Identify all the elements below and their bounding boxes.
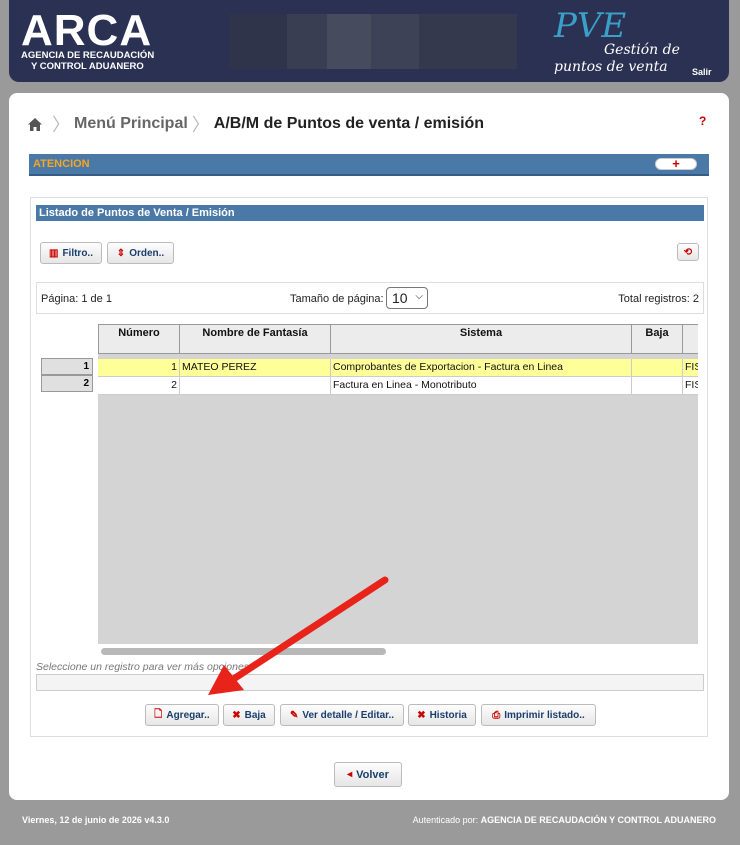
page-size-value: 10 (392, 290, 408, 306)
back-button[interactable]: ◂ Volver (334, 762, 402, 787)
table-row[interactable]: 1 MATEO PEREZ Comprobantes de Exportacio… (98, 359, 698, 377)
filter-button-label: Filtro.. (62, 247, 93, 259)
new-document-icon: 🗋 (154, 708, 163, 720)
sort-icon: ⇕ (116, 247, 126, 259)
footer-date-version: Viernes, 12 de junio de 2026 v4.3.0 (22, 815, 170, 825)
options-area (36, 674, 704, 691)
column-header-nombre[interactable]: Nombre de Fantasía (180, 324, 331, 354)
attention-expand-button[interactable]: + (655, 156, 697, 171)
scrollbar-thumb[interactable] (101, 648, 386, 655)
total-records: Total registros: 2 (618, 293, 699, 305)
cell-sistema: Comprobantes de Exportacion - Factura en… (331, 359, 632, 377)
logout-link[interactable]: Salir (692, 67, 712, 77)
brand-subtitle-line2: Y CONTROL ADUANERO (31, 61, 144, 72)
chevron-down-icon: ⌵ (415, 291, 423, 302)
print-button[interactable]: ⎙ Imprimir listado.. (481, 704, 596, 726)
back-button-label: Volver (356, 768, 389, 781)
cell-nombre (180, 377, 331, 395)
refresh-button[interactable]: ⟲ (677, 243, 699, 261)
delete-button[interactable]: ✖ Baja (223, 704, 275, 726)
records-table: Número Nombre de Fantasía Sistema Baja 1… (98, 324, 698, 644)
history-button-label: Historia (429, 709, 467, 721)
app-logo: PVE (554, 6, 627, 46)
attention-bar: ATENCION + (29, 154, 709, 176)
order-button[interactable]: ⇕ Orden.. (107, 242, 174, 264)
app-subtitle: Gestión de puntos de venta (554, 42, 680, 76)
selection-hint: Seleccione un registro para ver más opci… (36, 661, 250, 673)
page-indicator: Página: 1 de 1 (41, 293, 112, 305)
app-subtitle-line1: Gestión de (604, 42, 680, 58)
page-title: A/B/M de Puntos de venta / emisión (213, 115, 485, 132)
cell-extra: FIS (683, 377, 698, 395)
page-size-select[interactable]: 10 ⌵ (386, 287, 428, 309)
column-header-baja[interactable]: Baja (632, 324, 683, 354)
edit-button[interactable]: ✎ Ver detalle / Editar.. (280, 704, 404, 726)
add-button[interactable]: 🗋 Agregar.. (145, 704, 219, 726)
column-header-sistema[interactable]: Sistema (331, 324, 632, 354)
close-icon: ✖ (232, 709, 241, 721)
brand-subtitle-line1: AGENCIA DE RECAUDACIÓN (21, 50, 155, 61)
site-header: ARCA AGENCIA DE RECAUDACIÓN Y CONTROL AD… (9, 0, 729, 82)
cell-nombre: MATEO PEREZ (180, 359, 331, 377)
breadcrumb-separator-icon: 〉 (191, 115, 210, 135)
column-header-numero[interactable]: Número (98, 324, 180, 354)
refresh-icon: ⟲ (683, 246, 693, 258)
cell-baja (632, 359, 683, 377)
cell-baja (632, 377, 683, 395)
help-link[interactable]: ? (699, 114, 706, 128)
pencil-icon: ✎ (289, 709, 299, 721)
brand-logo: ARCA (21, 6, 153, 55)
print-button-label: Imprimir listado.. (504, 709, 585, 721)
cell-numero: 1 (98, 359, 180, 377)
printer-icon: ⎙ (492, 709, 501, 721)
breadcrumb: 〉 Menú Principal 〉 A/B/M de Puntos de ve… (28, 111, 484, 137)
footer-auth: Autenticado por: AGENCIA DE RECAUDACIÓN … (413, 815, 716, 825)
table-row[interactable]: 2 Factura en Linea - Monotributo FIS (98, 377, 698, 395)
close-icon: ✖ (417, 709, 426, 721)
plus-icon: + (672, 156, 680, 171)
list-section: Listado de Puntos de Venta / Emisión ▥ F… (30, 197, 708, 737)
list-title: Listado de Puntos de Venta / Emisión (36, 205, 704, 221)
attention-label: ATENCION (33, 158, 90, 170)
brand-subtitle: AGENCIA DE RECAUDACIÓN Y CONTROL ADUANER… (21, 50, 154, 72)
breadcrumb-menu-link[interactable]: Menú Principal (74, 115, 188, 133)
pagination-bar: Página: 1 de 1 Tamaño de página: 10 ⌵ To… (36, 282, 704, 314)
footer-auth-value: AGENCIA DE RECAUDACIÓN Y CONTROL ADUANER… (480, 815, 716, 825)
history-button[interactable]: ✖ Historia (408, 704, 476, 726)
row-number-column: 1 2 (41, 358, 93, 392)
app-subtitle-line2: puntos de venta (554, 59, 668, 75)
main-panel: 〉 Menú Principal 〉 A/B/M de Puntos de ve… (9, 93, 729, 800)
row-number[interactable]: 1 (41, 358, 93, 375)
home-icon[interactable] (28, 117, 42, 131)
caret-left-icon: ◂ (347, 769, 353, 780)
cell-extra: FIS (683, 359, 698, 377)
delete-button-label: Baja (244, 709, 266, 721)
row-number[interactable]: 2 (41, 375, 93, 392)
add-button-label: Agregar.. (166, 709, 210, 721)
column-header-extra[interactable] (683, 324, 698, 354)
footer-auth-label: Autenticado por: (412, 815, 479, 825)
table-header: Número Nombre de Fantasía Sistema Baja (98, 324, 698, 354)
header-banner-image (229, 14, 517, 69)
filter-icon: ▥ (48, 247, 59, 259)
cell-numero: 2 (98, 377, 180, 395)
filter-button[interactable]: ▥ Filtro.. (40, 242, 102, 264)
page-size-label: Tamaño de página: (290, 293, 384, 305)
cell-sistema: Factura en Linea - Monotributo (331, 377, 632, 395)
order-button-label: Orden.. (129, 247, 165, 259)
edit-button-label: Ver detalle / Editar.. (302, 709, 395, 721)
breadcrumb-separator-icon: 〉 (52, 115, 70, 135)
horizontal-scrollbar[interactable] (98, 644, 698, 658)
